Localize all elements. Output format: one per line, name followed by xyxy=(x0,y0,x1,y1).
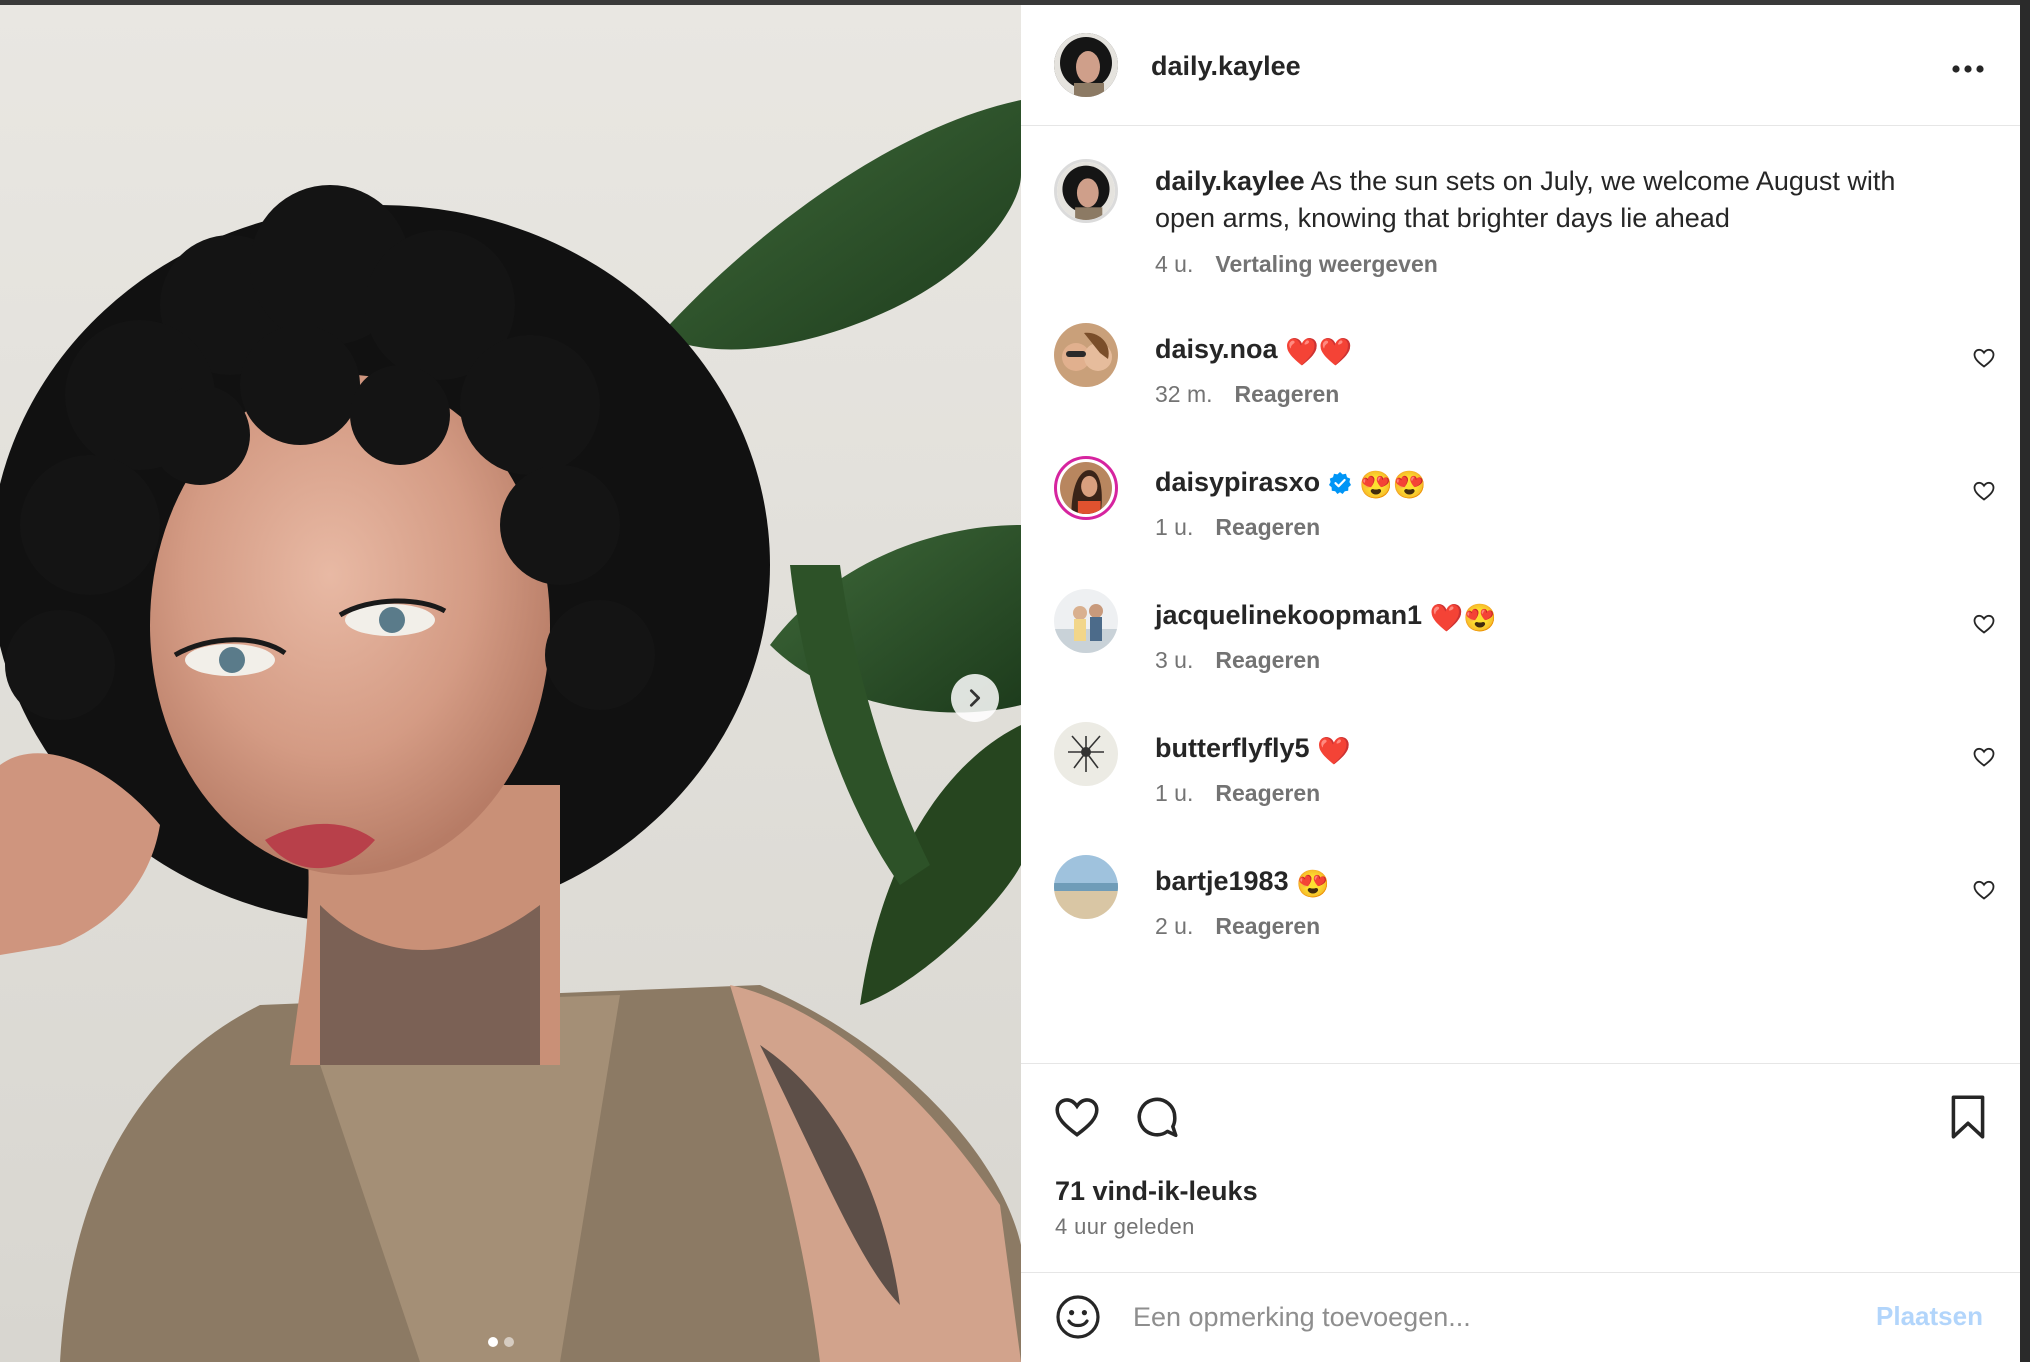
comment-username[interactable]: daisypirasxo xyxy=(1155,467,1320,497)
caption-username[interactable]: daily.kaylee xyxy=(1155,166,1305,196)
comment-meta: 32 m. Reageren xyxy=(1155,381,1339,408)
post-actions: 71 vind-ik-leuks 4 uur geleden xyxy=(1021,1063,2020,1273)
reply-button[interactable]: Reageren xyxy=(1215,780,1320,806)
comment-composer: Plaatsen xyxy=(1021,1272,2020,1362)
comment-avatar[interactable] xyxy=(1054,855,1118,919)
translate-link[interactable]: Vertaling weergeven xyxy=(1215,251,1437,277)
post-photo[interactable] xyxy=(0,5,1021,1362)
save-button[interactable] xyxy=(1943,1092,1993,1142)
heart-icon xyxy=(1973,880,1995,900)
comment-text: daisy.noa ❤️❤️ xyxy=(1155,331,1940,371)
photo-illustration xyxy=(0,5,1021,1362)
comment-avatar[interactable] xyxy=(1054,589,1118,653)
comment-emoji: ❤️❤️ xyxy=(1285,337,1353,367)
comment-time: 2 u. xyxy=(1155,913,1194,939)
post-details-panel: daily.kaylee daily.kaylee As the sun set… xyxy=(1021,5,2020,1362)
comment-username[interactable]: jacquelinekoopman1 xyxy=(1155,600,1422,630)
comment-text: daisypirasxo 😍😍 xyxy=(1155,464,1940,504)
comment-meta: 2 u. Reageren xyxy=(1155,913,1320,940)
heart-icon xyxy=(1973,614,1995,634)
comment-avatar[interactable] xyxy=(1054,722,1118,786)
carousel-dot-2 xyxy=(504,1337,514,1347)
comment-time: 3 u. xyxy=(1155,647,1194,673)
heart-icon xyxy=(1973,481,1995,501)
reply-button[interactable]: Reageren xyxy=(1215,913,1320,939)
more-horizontal-icon xyxy=(1952,65,1984,73)
caption-meta: 4 u. Vertaling weergeven xyxy=(1155,251,1438,278)
avatar-image xyxy=(1060,462,1112,514)
comment-text: butterflyfly5 ❤️ xyxy=(1155,730,1940,770)
post-header: daily.kaylee xyxy=(1021,5,2020,126)
reply-button[interactable]: Reageren xyxy=(1215,514,1320,540)
avatar-image xyxy=(1054,722,1118,786)
next-photo-button[interactable] xyxy=(951,674,999,722)
avatar-image xyxy=(1054,589,1118,653)
emoji-picker-button[interactable] xyxy=(1054,1293,1102,1341)
comment-username[interactable]: bartje1983 xyxy=(1155,866,1289,896)
comment-like-button[interactable] xyxy=(1969,343,1999,373)
smiley-icon xyxy=(1056,1295,1100,1339)
comment-emoji: ❤️😍 xyxy=(1429,603,1497,633)
comment-like-button[interactable] xyxy=(1969,609,1999,639)
comment-avatar[interactable] xyxy=(1054,456,1118,520)
likes-count[interactable]: 71 vind-ik-leuks xyxy=(1055,1176,1258,1207)
comment-time: 32 m. xyxy=(1155,381,1213,407)
verified-badge-icon xyxy=(1328,472,1351,494)
author-avatar[interactable] xyxy=(1054,33,1118,97)
comment-time: 1 u. xyxy=(1155,514,1194,540)
bookmark-icon xyxy=(1951,1095,1985,1139)
comment-username[interactable]: butterflyfly5 xyxy=(1155,733,1310,763)
comment-emoji: 😍 xyxy=(1296,869,1330,899)
avatar-image xyxy=(1057,162,1115,220)
comment-emoji: ❤️ xyxy=(1317,736,1351,766)
like-button[interactable] xyxy=(1052,1092,1102,1142)
post-comment-button[interactable]: Plaatsen xyxy=(1876,1301,1983,1332)
backdrop-edge[interactable] xyxy=(2020,0,2030,1362)
comment-meta: 1 u. Reageren xyxy=(1155,514,1320,541)
avatar-image xyxy=(1054,855,1118,919)
comment-time: 1 u. xyxy=(1155,780,1194,806)
comment-emoji: 😍😍 xyxy=(1359,470,1427,500)
avatar-image xyxy=(1054,33,1118,97)
comment-like-button[interactable] xyxy=(1969,476,1999,506)
heart-icon xyxy=(1973,747,1995,767)
comment-username[interactable]: daisy.noa xyxy=(1155,334,1278,364)
comment-meta: 3 u. Reageren xyxy=(1155,647,1320,674)
reply-button[interactable]: Reageren xyxy=(1235,381,1340,407)
caption-text: daily.kaylee As the sun sets on July, we… xyxy=(1155,163,1940,237)
comment-avatar[interactable] xyxy=(1054,323,1118,387)
carousel-indicator xyxy=(488,1337,514,1347)
comment-meta: 1 u. Reageren xyxy=(1155,780,1320,807)
avatar-image xyxy=(1054,323,1118,387)
heart-icon xyxy=(1055,1098,1099,1137)
caption-time: 4 u. xyxy=(1155,251,1194,277)
comment-input[interactable] xyxy=(1133,1293,1833,1341)
comment-button[interactable] xyxy=(1132,1092,1182,1142)
comment-like-button[interactable] xyxy=(1969,875,1999,905)
reply-button[interactable]: Reageren xyxy=(1215,647,1320,673)
instagram-post-modal: daily.kaylee daily.kaylee As the sun set… xyxy=(0,0,2030,1362)
author-username[interactable]: daily.kaylee xyxy=(1151,51,1301,82)
chevron-right-icon xyxy=(969,689,981,707)
comment-text: jacquelinekoopman1 ❤️😍 xyxy=(1155,597,1940,637)
caption-avatar[interactable] xyxy=(1054,159,1118,223)
post-timestamp[interactable]: 4 uur geleden xyxy=(1055,1214,1195,1240)
more-options-button[interactable] xyxy=(1946,47,1990,91)
heart-icon xyxy=(1973,348,1995,368)
carousel-dot-1 xyxy=(488,1337,498,1347)
comment-like-button[interactable] xyxy=(1969,742,1999,772)
comment-text: bartje1983 😍 xyxy=(1155,863,1940,903)
comment-icon xyxy=(1137,1097,1178,1138)
